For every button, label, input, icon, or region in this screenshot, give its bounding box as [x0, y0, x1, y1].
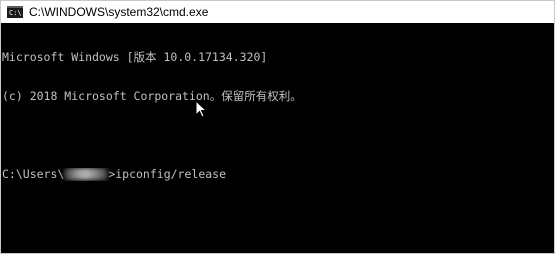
- app-icon-glyph: C:\: [9, 9, 22, 17]
- cmd-terminal-icon[interactable]: C:\: [7, 6, 23, 18]
- title-bar[interactable]: C:\ C:\WINDOWS\system32\cmd.exe: [1, 1, 554, 23]
- redacted-username: [64, 168, 109, 180]
- prompt-path: C:\Users\: [2, 168, 65, 181]
- prompt-command: >ipconfig/release: [108, 168, 227, 181]
- window-title: C:\WINDOWS\system32\cmd.exe: [29, 5, 209, 19]
- console-output[interactable]: Microsoft Windows [版本 10.0.17134.320] (c…: [1, 23, 554, 253]
- console-prompt-line: C:\Users\ >ipconfig/release: [2, 168, 554, 181]
- mouse-pointer-icon: [195, 100, 207, 118]
- console-line-version: Microsoft Windows [版本 10.0.17134.320]: [2, 51, 268, 64]
- cmd-window: C:\ C:\WINDOWS\system32\cmd.exe Microsof…: [0, 0, 555, 254]
- console-line-copyright: (c) 2018 Microsoft Corporation。保留所有权利。: [2, 90, 302, 103]
